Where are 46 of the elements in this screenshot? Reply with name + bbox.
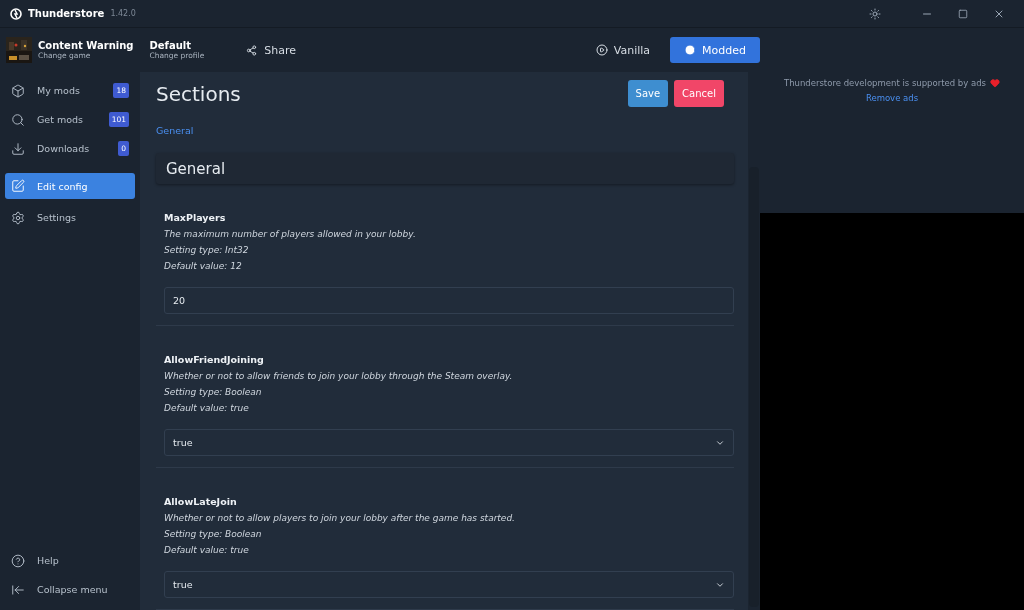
app-title: Thunderstore [28, 8, 105, 19]
default-value: Default value: 12 [164, 260, 243, 273]
setting-type: Setting type: Boolean [164, 528, 263, 541]
cancel-button[interactable]: Cancel [674, 80, 724, 107]
heart-icon [990, 78, 1001, 88]
sidebar-item[interactable]: Settings [5, 204, 135, 231]
save-button[interactable]: Save [627, 80, 669, 107]
theme-icon[interactable] [869, 7, 881, 20]
help-icon [11, 553, 25, 568]
profile-name[interactable]: Default [149, 40, 205, 51]
launch-button[interactable]: Modded [670, 37, 760, 63]
logo-icon [10, 7, 22, 20]
input-field[interactable]: 20 [164, 287, 734, 314]
download-icon [11, 141, 25, 156]
page-title: Sections [156, 81, 241, 106]
share-icon [246, 44, 258, 56]
share-button[interactable]: Share [240, 42, 302, 58]
setting-name: MaxPlayers [164, 212, 227, 223]
default-value: Default value: true [164, 402, 250, 415]
settings-icon [11, 210, 25, 225]
select-field[interactable]: true [164, 429, 734, 456]
setting-type: Setting type: Boolean [164, 386, 263, 399]
setting-name: AllowLateJoin [164, 496, 238, 507]
select-field[interactable]: true [164, 571, 734, 598]
version-label: 1.42.0 [110, 9, 136, 18]
section-link[interactable]: General [156, 125, 194, 136]
game-name[interactable]: Content Warning [38, 40, 134, 51]
sidebar-item[interactable]: Edit config [5, 173, 135, 199]
launch-button[interactable]: Vanilla [581, 37, 665, 63]
search-icon [11, 112, 25, 127]
maximize-icon[interactable] [958, 8, 968, 19]
scrollbar-thumb[interactable] [749, 167, 759, 607]
edit-icon [11, 179, 25, 193]
setting-type: Setting type: Int32 [164, 244, 250, 257]
setting-description: Whether or not to allow friends to join your lobby through the Steam overlay. [164, 370, 514, 383]
ad-notice: Thunderstore development is supported by ads [783, 78, 1001, 88]
sidebar-item[interactable]: Help [5, 547, 135, 574]
remove-ads-link[interactable]: Remove ads [865, 93, 919, 103]
default-value: Default value: true [164, 544, 250, 557]
setting-description: The maximum number of players allowed in your lobby. [164, 228, 417, 241]
sidebar-item[interactable]: Collapse menu [5, 576, 135, 603]
setting-name: AllowFriendJoining [164, 354, 265, 365]
section-header: General [156, 153, 734, 184]
box-icon [11, 83, 25, 98]
collapse-icon [11, 582, 25, 597]
setting-description: Whether or not to allow players to join your lobby after the game has started. [164, 512, 516, 525]
